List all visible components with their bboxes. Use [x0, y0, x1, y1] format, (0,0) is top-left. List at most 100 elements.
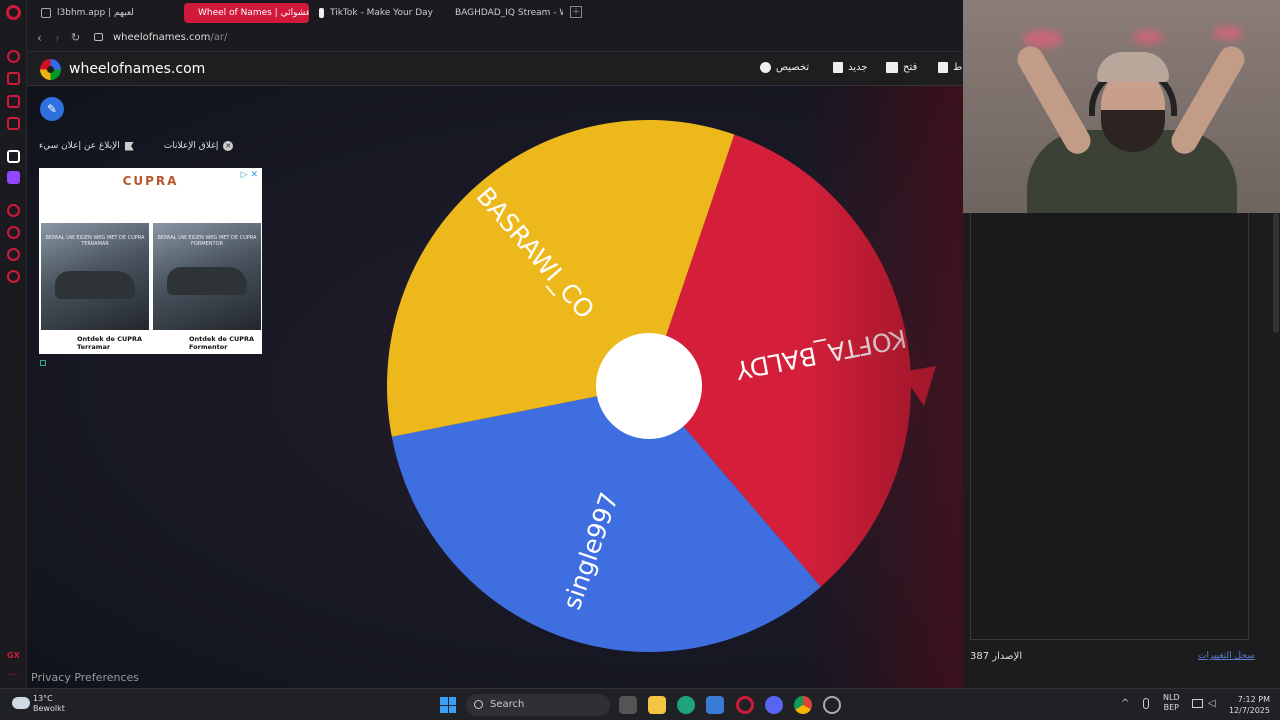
ad-controls: الإبلاغ عن إعلان سيء إغلاق الإعلانات ✕ [39, 141, 234, 151]
clock-date: 12/7/2025 [1228, 706, 1270, 715]
save-label: ط [953, 62, 963, 73]
discord-icon[interactable] [765, 696, 783, 714]
url-field[interactable]: wheelofnames.com/ar/ [113, 32, 227, 43]
version-label: الإصدار [992, 651, 1023, 662]
cupra-logo: CUPRA [122, 174, 179, 188]
store-icon[interactable] [706, 696, 724, 714]
wheel-logo-icon[interactable] [40, 59, 61, 80]
tab-label: Wheel of Names | عشوائي [198, 8, 309, 18]
file-icon [833, 62, 843, 73]
site-header: wheelofnames.com تخصيص جديد فتح ط [27, 52, 963, 86]
version-number: 387 [970, 651, 990, 662]
new-button[interactable]: جديد [833, 62, 867, 73]
speed-dial-icon[interactable] [7, 50, 20, 63]
ad-image-tag: BEPAAL UW EIGEN WEG MET DE CUPRA FORMENT… [157, 235, 257, 247]
tab-label: l3bhm.app | لعبهم [57, 8, 134, 18]
open-label: فتح [903, 62, 918, 73]
twitch-icon[interactable] [7, 171, 20, 184]
player-icon[interactable] [7, 204, 20, 217]
tab-tiktok[interactable]: TikTok - Make Your Day [311, 3, 441, 23]
aria-icon[interactable] [7, 150, 20, 163]
messenger-icon[interactable] [7, 95, 20, 108]
privacy-preferences-link[interactable]: Privacy Preferences [31, 671, 139, 684]
tab-label: BAGHDAD_IQ Stream - W [455, 8, 563, 18]
file-explorer-icon[interactable] [648, 696, 666, 714]
language-indicator[interactable]: NLD BEP [1163, 693, 1180, 713]
adchoices-close-icon[interactable]: ▷ ✕ [241, 170, 258, 180]
settings-icon[interactable] [7, 270, 20, 283]
gx-icon[interactable]: GX [7, 651, 20, 660]
car-image [55, 271, 135, 299]
report-ad-link[interactable]: الإبلاغ عن إعلان سيء [39, 141, 134, 151]
tab-l3bhm[interactable]: l3bhm.app | لعبهم [33, 3, 183, 23]
save-button[interactable]: ط [938, 62, 962, 73]
weather-text: Bewolkt [33, 704, 65, 713]
taskbar-search[interactable]: Search [466, 694, 610, 716]
tab-kick-stream[interactable]: BAGHDAD_IQ Stream - W [441, 3, 563, 23]
tab-bar: l3bhm.app | لعبهم Wheel of Names | عشوائ… [27, 0, 963, 25]
volume-icon[interactable]: ◁ [1208, 698, 1216, 709]
customize-label: تخصيص [776, 62, 810, 73]
back-icon[interactable]: ‹ [37, 31, 42, 45]
save-icon [938, 62, 948, 73]
more-icon[interactable]: ··· [8, 670, 18, 681]
page-scrollbar[interactable] [1273, 213, 1279, 333]
app-icon[interactable] [823, 696, 841, 714]
tab-favicon-icon [41, 8, 51, 18]
cupra-advertisement[interactable]: CUPRA ▷ ✕ BEPAAL UW EIGEN WEG MET DE CUP… [39, 168, 262, 354]
cloud-icon[interactable] [12, 697, 30, 709]
tray-chevron-icon[interactable]: ^ [1121, 698, 1129, 709]
ring-light [1213, 26, 1243, 40]
version-info: الإصدار 387 [970, 651, 1022, 662]
wheel-center[interactable] [596, 333, 702, 439]
tiktok-icon [319, 8, 324, 18]
edge-icon[interactable] [677, 696, 695, 714]
task-view-icon[interactable] [619, 696, 637, 714]
wheel[interactable]: KOFTA_BALDYsingle997BASRAWI_CO [383, 120, 945, 652]
url-host: wheelofnames.com [113, 32, 211, 43]
ad-image-formentor[interactable]: BEPAAL UW EIGEN WEG MET DE CUPRA FORMENT… [153, 223, 261, 330]
close-icon: ✕ [223, 141, 234, 151]
main-content: ✎ الإبلاغ عن إعلان سيء إغلاق الإعلانات ✕… [27, 86, 963, 688]
changelog-link[interactable]: سجل التغييرات [1198, 651, 1255, 661]
report-ad-label: الإبلاغ عن إعلان سيء [39, 141, 120, 151]
open-button[interactable]: فتح [886, 62, 917, 73]
palette-icon [760, 62, 771, 73]
screen: GX ··· l3bhm.app | لعبهم Wheel of Names … [0, 0, 1280, 720]
system-clock[interactable]: 7:12 PM 12/7/2025 [1226, 694, 1270, 716]
tab-wheel-of-names[interactable]: Wheel of Names | عشوائي [184, 3, 309, 23]
forward-icon[interactable]: › [55, 31, 60, 45]
network-icon[interactable] [1192, 699, 1203, 708]
webcam-overlay [963, 0, 1280, 213]
reload-icon[interactable]: ↻ [71, 31, 80, 44]
opera-logo-icon[interactable] [6, 5, 21, 20]
entries-textbox[interactable] [970, 213, 1249, 640]
microphone-icon[interactable] [1143, 698, 1149, 709]
edit-pencil-button[interactable]: ✎ [40, 97, 64, 121]
close-ads-link[interactable]: إغلاق الإعلانات ✕ [164, 141, 234, 151]
flag-icon [124, 141, 134, 151]
ad-caption-terramar[interactable]: Ontdek de CUPRA Terramar [77, 335, 147, 351]
tab-label: TikTok - Make Your Day [329, 8, 433, 18]
email-icon[interactable] [7, 117, 20, 130]
clock-time: 7:12 PM [1237, 695, 1270, 704]
bag-icon[interactable] [7, 72, 20, 85]
opera-gx-icon[interactable] [736, 696, 754, 714]
ad-caption-formentor[interactable]: Ontdek de CUPRA Formentor [189, 335, 259, 351]
chrome-icon[interactable] [794, 696, 812, 714]
site-name[interactable]: wheelofnames.com [69, 61, 205, 77]
temperature: 13°C [33, 694, 53, 703]
new-tab-button[interactable]: + [570, 6, 582, 18]
close-ads-label: إغلاق الإعلانات [163, 141, 219, 151]
customize-button[interactable]: تخصيص [760, 62, 809, 73]
lock-icon [94, 33, 103, 41]
ad-image-terramar[interactable]: BEPAAL UW EIGEN WEG MET DE CUPRA TERRAMA… [41, 223, 149, 330]
folder-icon [886, 62, 898, 73]
downloads-icon[interactable] [7, 248, 20, 261]
url-path: /ar/ [210, 32, 228, 43]
weather-widget[interactable]: 13°C Bewolkt [33, 694, 65, 714]
ad-feedback-icon[interactable] [40, 360, 46, 366]
new-label: جديد [848, 62, 868, 73]
history-icon[interactable] [7, 226, 20, 239]
windows-start-icon[interactable] [440, 697, 456, 713]
